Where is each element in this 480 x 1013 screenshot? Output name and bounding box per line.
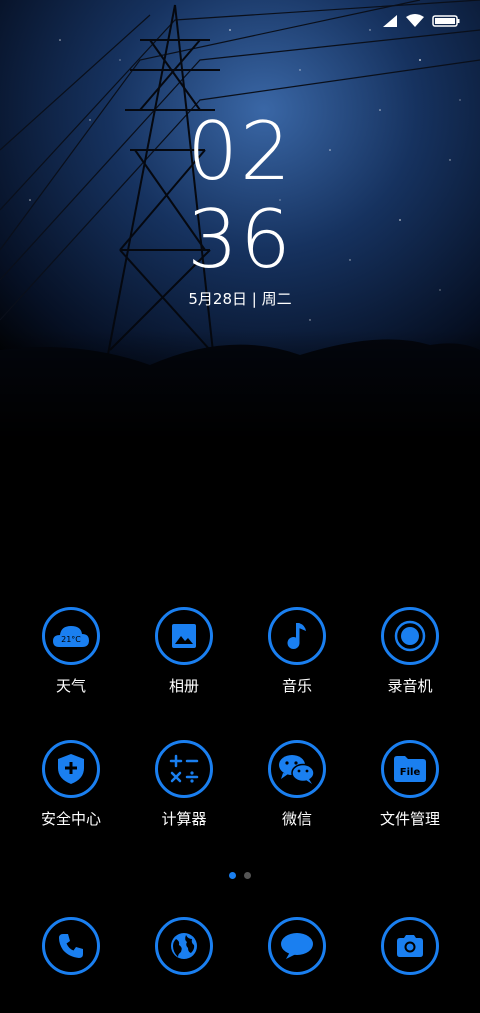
app-music[interactable]: 音乐	[247, 607, 347, 696]
app-security[interactable]: 安全中心	[21, 740, 121, 829]
app-label: 音乐	[281, 677, 312, 695]
phone-icon	[42, 917, 100, 975]
app-wechat[interactable]: 微信	[247, 740, 347, 829]
app-label: 计算器	[161, 810, 207, 828]
status-bar	[382, 14, 460, 28]
clock-date: 5月28日 | 周二	[188, 290, 292, 308]
recorder-icon	[381, 607, 439, 665]
file-icon: File	[381, 740, 439, 798]
svg-text:21°C: 21°C	[61, 635, 81, 644]
browser-icon	[155, 917, 213, 975]
page-dot[interactable]	[244, 872, 251, 879]
app-recorder[interactable]: 录音机	[360, 607, 460, 696]
calculator-icon	[155, 740, 213, 798]
weather-icon: 21°C	[42, 607, 100, 665]
dock-browser[interactable]	[134, 917, 234, 975]
dock-camera[interactable]	[360, 917, 460, 975]
message-icon	[268, 917, 326, 975]
dock-phone[interactable]	[21, 917, 121, 975]
app-row-2: 安全中心 计算器 微信 File 文件管理	[0, 740, 480, 850]
app-label: 微信	[281, 810, 312, 828]
app-label: 文件管理	[379, 810, 440, 828]
app-label: 安全中心	[40, 810, 101, 828]
dock-messages[interactable]	[247, 917, 347, 975]
app-label: 天气	[55, 677, 86, 695]
wifi-icon	[406, 14, 424, 27]
app-gallery[interactable]: 相册	[134, 607, 234, 696]
gallery-icon	[155, 607, 213, 665]
clock-minute: 36	[187, 193, 293, 286]
app-label: 录音机	[387, 677, 433, 695]
app-label: 相册	[168, 677, 199, 695]
shield-icon	[42, 740, 100, 798]
clock-hour: 02	[187, 105, 293, 198]
app-row-1: 21°C 天气 相册 音乐 录音机	[0, 607, 480, 717]
dock	[0, 917, 480, 981]
app-file-manager[interactable]: File 文件管理	[360, 740, 460, 829]
signal-icon	[383, 15, 397, 27]
camera-icon	[381, 917, 439, 975]
page-dot-active[interactable]	[229, 872, 236, 879]
page-indicator	[0, 872, 480, 879]
lock-clock: 02 36 5月28日 | 周二	[0, 108, 480, 309]
svg-text:File: File	[400, 767, 421, 778]
wechat-icon	[268, 740, 326, 798]
app-weather[interactable]: 21°C 天气	[21, 607, 121, 696]
music-icon	[268, 607, 326, 665]
battery-icon	[432, 15, 460, 27]
app-calculator[interactable]: 计算器	[134, 740, 234, 829]
